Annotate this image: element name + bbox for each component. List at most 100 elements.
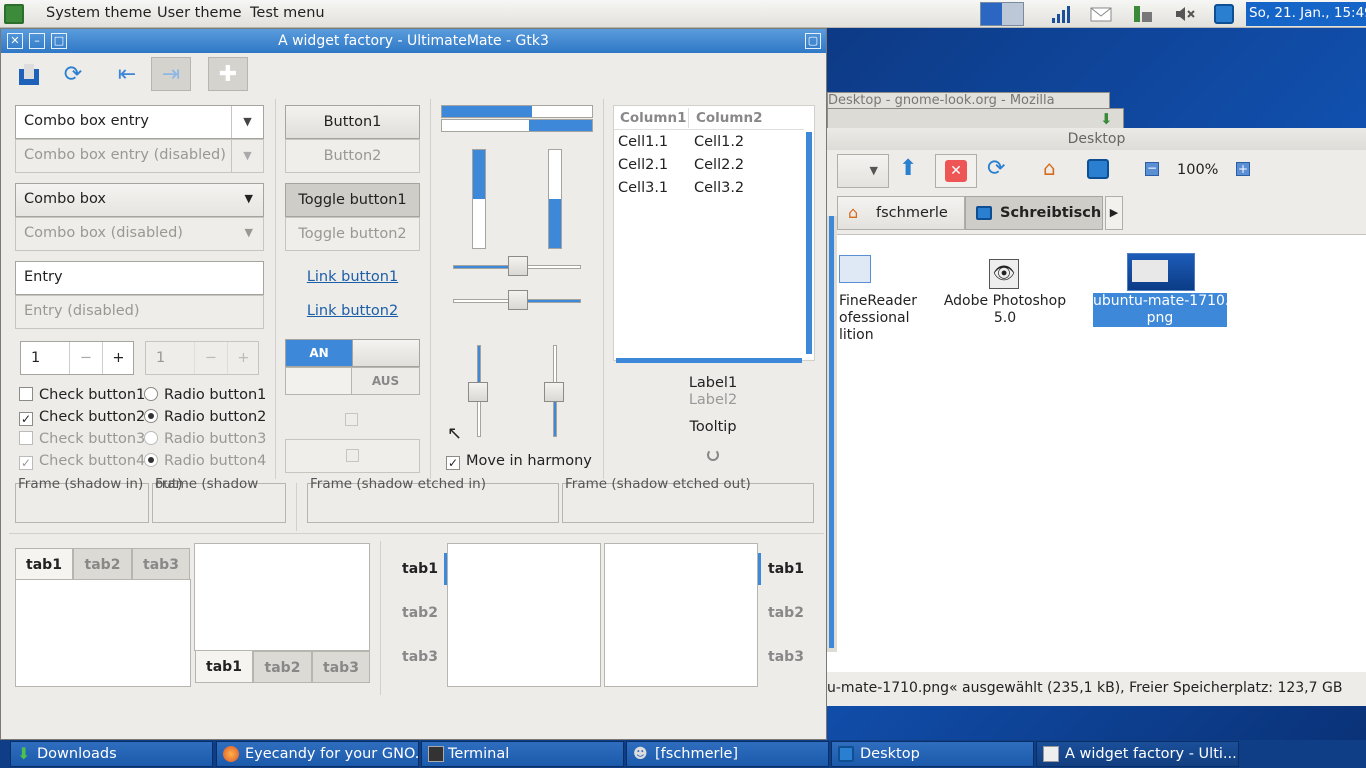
download-arrow-icon[interactable]: ⬇: [1100, 110, 1113, 128]
combo-box-entry[interactable]: Combo box entry ▼: [15, 105, 264, 139]
radio-button1[interactable]: Radio button1: [144, 387, 266, 403]
history-dropdown[interactable]: ▼: [837, 154, 889, 188]
spin-disabled-value: 1: [156, 350, 166, 366]
taskbar-item-terminal[interactable]: Terminal: [421, 741, 624, 767]
file-label-photoshop[interactable]: Adobe Photoshop 5.0: [937, 293, 1073, 327]
chevron-down-icon[interactable]: ▼: [231, 106, 263, 138]
slider-horizontal2[interactable]: [453, 290, 581, 310]
window-titlebar[interactable]: A widget factory - UltimateMate - Gtk3 ✕…: [1, 29, 826, 53]
column-header-1[interactable]: Column1: [620, 110, 687, 126]
screenshot-icon[interactable]: [1214, 4, 1234, 24]
column-header-2[interactable]: Column2: [696, 110, 763, 126]
go-up-icon[interactable]: ⬆: [899, 156, 917, 181]
vertical-scrollbar[interactable]: [806, 132, 812, 354]
close-icon[interactable]: ✕: [7, 33, 23, 49]
restore-icon[interactable]: ▢: [805, 33, 821, 49]
refresh-icon[interactable]: ⟳: [53, 57, 93, 91]
slider-handle[interactable]: [508, 290, 528, 310]
tab-2[interactable]: tab2: [763, 597, 809, 629]
menu-user-theme[interactable]: User theme: [157, 5, 242, 21]
combo-box[interactable]: Combo box ▼: [15, 183, 264, 217]
tree-cell[interactable]: Cell3.1: [618, 180, 668, 196]
maximize-icon[interactable]: □: [51, 33, 67, 49]
tree-cell[interactable]: Cell2.1: [618, 157, 668, 173]
tab-2[interactable]: tab2: [397, 597, 443, 629]
finereader-icon[interactable]: [839, 255, 871, 283]
tab-1[interactable]: tab1: [397, 553, 443, 585]
taskbar-item-fschmerle[interactable]: ☻ [fschmerle]: [626, 741, 829, 767]
taskbar-item-downloads[interactable]: ⬇ Downloads: [10, 741, 213, 767]
home-icon[interactable]: ⌂: [1043, 156, 1056, 180]
toggle-button1[interactable]: Toggle button1: [285, 183, 420, 217]
tree-cell[interactable]: Cell1.2: [694, 134, 744, 150]
path-home-label: fschmerle: [876, 205, 948, 221]
tab-3[interactable]: tab3: [132, 548, 190, 580]
workspace-switcher-icon[interactable]: [980, 2, 1024, 26]
ubuntu-mate-png-thumbnail[interactable]: [1127, 253, 1195, 291]
check-button2[interactable]: ✓ Check button2: [19, 409, 145, 426]
check-button1[interactable]: Check button1: [19, 387, 145, 403]
tree-cell[interactable]: Cell3.2: [694, 180, 744, 196]
move-in-harmony-check[interactable]: ✓ Move in harmony: [446, 453, 592, 470]
minimize-icon[interactable]: –: [29, 33, 45, 49]
progress-fill: [529, 120, 592, 131]
signal-icon[interactable]: [1050, 4, 1070, 24]
go-first-icon[interactable]: ⇤: [107, 57, 147, 91]
tab-3[interactable]: tab3: [397, 641, 443, 673]
path-button-home[interactable]: ⌂ fschmerle: [837, 196, 965, 230]
slider-handle[interactable]: [468, 382, 488, 402]
tab-2[interactable]: tab2: [73, 548, 132, 580]
tooltip-label[interactable]: Tooltip: [613, 419, 813, 435]
tree-cell[interactable]: Cell2.2: [694, 157, 744, 173]
scrollbar-track: [827, 216, 837, 652]
spin-increment-button[interactable]: +: [102, 342, 134, 374]
menu-system-theme[interactable]: System theme: [46, 5, 152, 21]
spin-decrement-button[interactable]: −: [69, 342, 102, 374]
slider-handle[interactable]: [544, 382, 564, 402]
menu-test-menu[interactable]: Test menu: [250, 5, 325, 21]
add-icon[interactable]: ✚: [208, 57, 248, 91]
slider-vertical1[interactable]: [468, 345, 488, 437]
app-icon[interactable]: [9, 57, 49, 91]
tab-3[interactable]: tab3: [763, 641, 809, 673]
spin-button[interactable]: 1 − +: [20, 341, 134, 375]
switch-on[interactable]: AN: [285, 339, 420, 367]
zoom-out-icon[interactable]: −: [1145, 162, 1159, 176]
slider-handle[interactable]: [508, 256, 528, 276]
switch-off[interactable]: AUS: [285, 367, 420, 395]
slider-horizontal1[interactable]: [453, 256, 581, 276]
link-button1[interactable]: Link button1: [285, 269, 420, 285]
horizontal-scrollbar[interactable]: [616, 358, 802, 363]
reload-icon[interactable]: ⟳: [987, 156, 1005, 181]
go-last-icon[interactable]: ⇥: [151, 57, 191, 91]
stop-button[interactable]: ✕: [935, 154, 977, 188]
taskbar-item-firefox[interactable]: Eyecandy for your GNO...: [216, 741, 419, 767]
slider-vertical2[interactable]: [544, 345, 564, 437]
tab-1[interactable]: tab1: [15, 548, 73, 580]
clock[interactable]: So, 21. Jan., 15:49: [1246, 2, 1366, 26]
network-icon[interactable]: [1132, 4, 1152, 24]
mail-icon[interactable]: [1090, 4, 1112, 24]
tab-1[interactable]: tab1: [763, 553, 809, 585]
file-label-finereader[interactable]: FineReader ofessional lition: [839, 293, 917, 344]
tab-1[interactable]: tab1: [195, 651, 253, 683]
path-button-current[interactable]: Schreibtisch: [965, 196, 1103, 230]
volume-muted-icon[interactable]: [1174, 4, 1195, 24]
tree-view: Column1 Column2 Cell1.1 Cell1.2 Cell2.1 …: [613, 105, 815, 363]
tree-cell[interactable]: Cell1.1: [618, 134, 668, 150]
radio-button2[interactable]: Radio button2: [144, 409, 266, 425]
button1[interactable]: Button1: [285, 105, 420, 139]
scrollbar-thumb[interactable]: [829, 216, 834, 648]
entry-field[interactable]: Entry: [15, 261, 264, 295]
computer-icon[interactable]: [1087, 159, 1109, 179]
zoom-in-icon[interactable]: +: [1236, 162, 1250, 176]
tab-2[interactable]: tab2: [253, 651, 312, 683]
link-button2[interactable]: Link button2: [285, 303, 420, 319]
tab-3[interactable]: tab3: [312, 651, 370, 683]
taskbar-item-desktop[interactable]: Desktop: [831, 741, 1034, 767]
photoshop-eye-icon[interactable]: 👁: [989, 259, 1019, 289]
file-label-ubuntu-mate[interactable]: ubuntu-mate-1710. png: [1093, 293, 1229, 327]
taskbar-item-widget-factory[interactable]: A widget factory - Ulti...: [1036, 741, 1239, 767]
path-scroll-right[interactable]: ▶: [1105, 196, 1123, 230]
mate-menu-icon[interactable]: [4, 4, 24, 24]
